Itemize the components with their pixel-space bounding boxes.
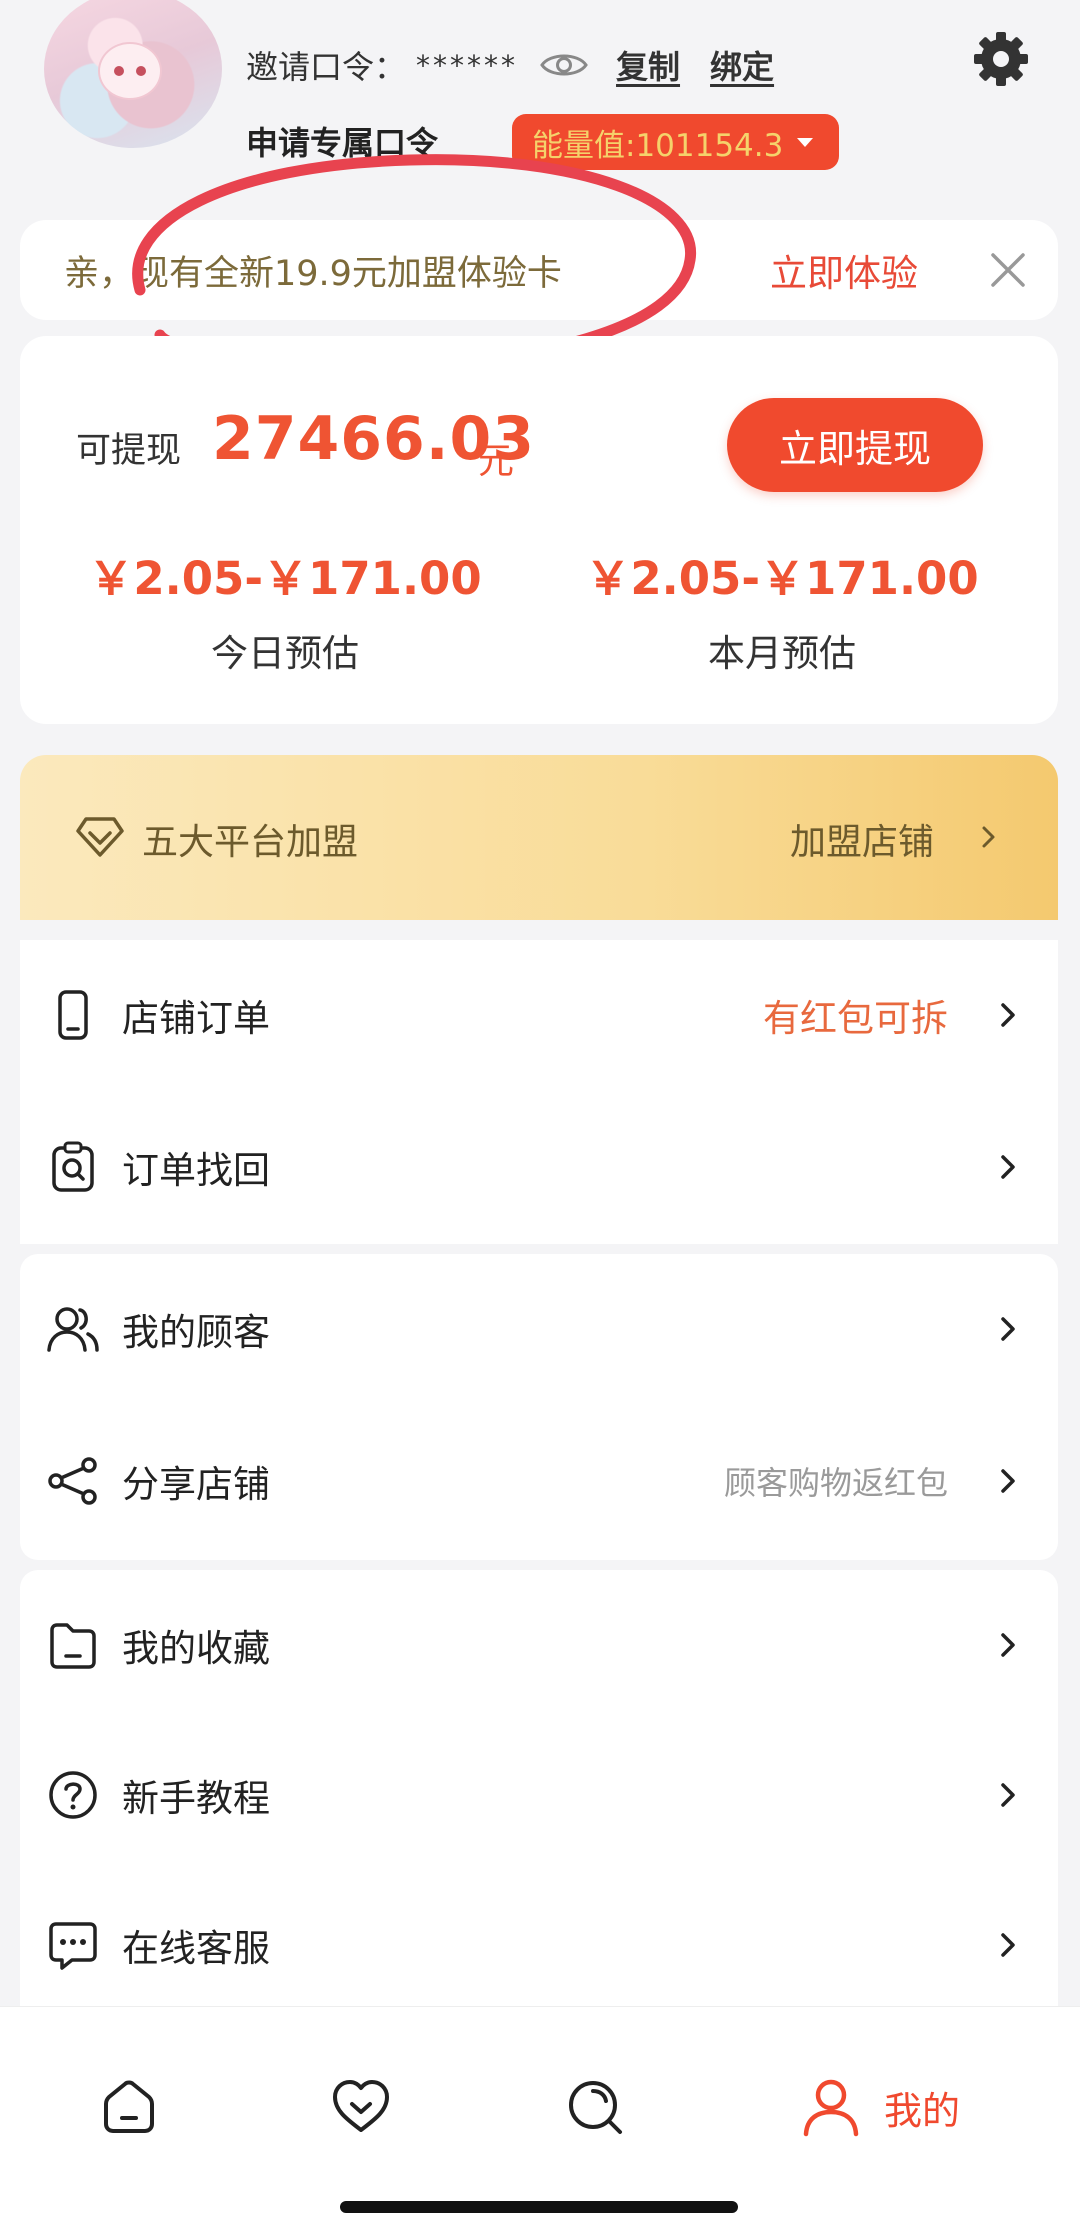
chevron-right-icon: [1001, 1155, 1015, 1179]
chevron-right-icon: [1001, 1933, 1015, 1957]
balance-card: 可提现 27466.03 元 立即提现 ￥2.05-￥171.00 今日预估 ￥…: [20, 336, 1058, 724]
menu-item-favorites[interactable]: 我的收藏: [20, 1570, 1058, 1720]
menu-group-orders: 店铺订单 有红包可拆 订单找回: [20, 940, 1058, 1244]
invite-row: 邀请口令： ****** 复制 绑定: [246, 40, 804, 90]
menu-label: 店铺订单: [122, 997, 270, 1040]
menu-group-customers: 我的顾客 分享店铺 顾客购物返红包: [20, 1254, 1058, 1560]
menu-label: 在线客服: [122, 1927, 270, 1970]
today-label: 今日预估: [211, 632, 359, 675]
invite-label: 邀请口令：: [246, 48, 407, 86]
chevron-right-icon: [982, 826, 995, 848]
menu-label: 订单找回: [122, 1149, 270, 1192]
question-circle-icon: [49, 1771, 97, 1819]
menu-item-customer-service[interactable]: 在线客服: [20, 1870, 1058, 2020]
energy-badge[interactable]: 能量值:101154.3: [512, 114, 840, 170]
share-icon: [48, 1457, 97, 1505]
apply-code-link[interactable]: 申请专属口令: [246, 118, 438, 158]
chevron-right-icon: [1001, 1317, 1015, 1341]
chevron-right-icon: [1001, 1003, 1015, 1027]
home-icon: [104, 2080, 154, 2133]
clipboard-search-icon: [52, 1141, 94, 1192]
menu-item-share-store[interactable]: 分享店铺 顾客购物返红包: [20, 1406, 1058, 1556]
month-label: 本月预估: [708, 632, 856, 675]
gear-icon[interactable]: [972, 30, 1030, 88]
franchise-store-link[interactable]: 加盟店铺: [790, 813, 934, 865]
menu-label: 分享店铺: [122, 1463, 270, 1506]
chevron-right-icon: [1001, 1783, 1015, 1807]
avatar[interactable]: [44, 0, 222, 148]
tab-me[interactable]: 我的: [800, 2067, 960, 2147]
today-estimate: ￥2.05-￥171.00 今日预估: [35, 542, 535, 677]
invite-code: ******: [416, 48, 519, 82]
eye-icon[interactable]: [540, 49, 588, 81]
share-hint: 顾客购物返红包: [723, 1464, 948, 1502]
menu-item-order-recovery[interactable]: 订单找回: [20, 1092, 1058, 1242]
withdraw-button[interactable]: 立即提现: [727, 398, 983, 492]
menu-label: 我的顾客: [122, 1311, 270, 1354]
chat-icon: [49, 1922, 97, 1970]
home-indicator[interactable]: [340, 2201, 738, 2213]
search-icon: [569, 2081, 622, 2134]
heart-icon: [333, 2080, 389, 2132]
copy-button[interactable]: 复制: [616, 42, 680, 88]
chevron-right-icon: [1001, 1469, 1015, 1493]
month-estimate: ￥2.05-￥171.00 本月预估: [532, 542, 1032, 677]
today-range: ￥2.05-￥171.00: [88, 552, 482, 605]
energy-value: 能量值:101154.3: [532, 127, 784, 164]
bind-button[interactable]: 绑定: [710, 42, 774, 88]
franchise-bar[interactable]: 五大平台加盟 加盟店铺: [20, 755, 1058, 920]
withdraw-label: 可提现: [76, 431, 182, 471]
avatar-face: [98, 42, 162, 100]
menu-group-help: 我的收藏 新手教程 在线客服: [20, 1570, 1058, 2010]
folder-icon: [50, 1623, 96, 1669]
month-range: ￥2.05-￥171.00: [585, 552, 979, 605]
bottom-tab-bar: 我的: [0, 2006, 1080, 2226]
profile-page: 邀请口令： ****** 复制 绑定 申请专属口令 能量值:101154.3 亲…: [0, 0, 1080, 2226]
user-icon: [803, 2079, 859, 2137]
tab-me-label: 我的: [884, 2088, 961, 2133]
menu-item-tutorial[interactable]: 新手教程: [20, 1720, 1058, 1870]
diamond-icon: [76, 817, 124, 857]
menu-item-store-orders[interactable]: 店铺订单 有红包可拆: [20, 940, 1058, 1090]
tab-search[interactable]: [564, 2067, 626, 2147]
promo-text: 亲，现有全新19.9元加盟体验卡: [64, 253, 562, 294]
close-icon[interactable]: [988, 250, 1028, 290]
menu-label: 新手教程: [122, 1777, 270, 1820]
tab-favorites[interactable]: [330, 2067, 392, 2147]
promo-try-button[interactable]: 立即体验: [770, 243, 918, 297]
red-packet-hint: 有红包可拆: [763, 997, 948, 1040]
menu-label: 我的收藏: [122, 1627, 270, 1670]
promo-banner: 亲，现有全新19.9元加盟体验卡 立即体验: [20, 220, 1058, 320]
franchise-title: 五大平台加盟: [142, 822, 359, 863]
caret-down-icon: [797, 137, 814, 147]
chevron-right-icon: [1001, 1633, 1015, 1657]
menu-item-my-customers[interactable]: 我的顾客: [20, 1254, 1058, 1404]
phone-icon: [58, 990, 88, 1040]
users-icon: [47, 1307, 99, 1352]
tab-home[interactable]: [98, 2067, 160, 2147]
withdraw-unit: 元: [478, 441, 515, 482]
